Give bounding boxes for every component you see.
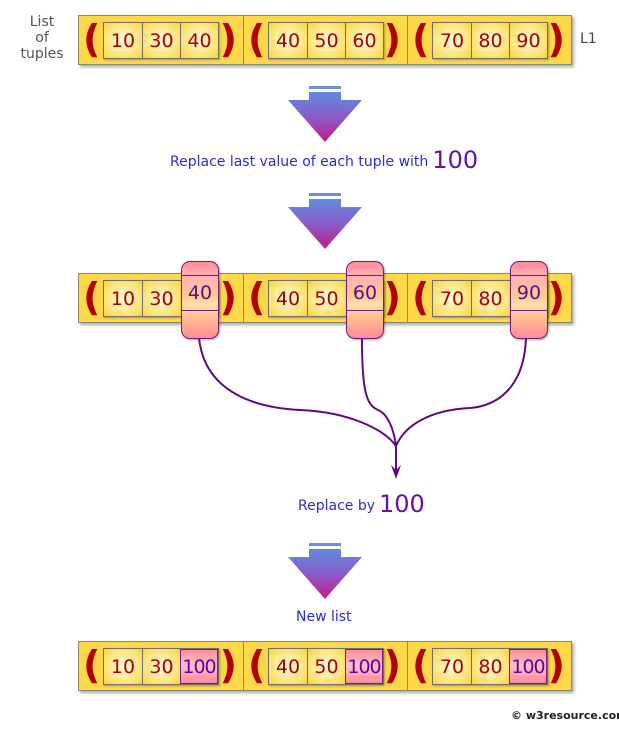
step3-caption: New list [296, 609, 352, 625]
copyright-icon: © [511, 709, 522, 722]
down-arrow-icon [288, 543, 362, 599]
step2-text: Replace by [298, 498, 375, 514]
watermark-text: w3resource.com [525, 709, 619, 722]
new-list: ( 10 30 100 ) ( 40 50 100 ) ( 70 80 100 … [78, 641, 572, 691]
replaced-value: 100 [180, 649, 218, 684]
tuple-value: 30 [142, 649, 180, 684]
close-paren: ) [547, 643, 565, 687]
watermark: © w3resource.com [511, 709, 619, 722]
tuple-cells: 70 80 100 [432, 648, 548, 685]
replaced-value: 100 [509, 649, 547, 684]
tuple-value: 40 [269, 649, 307, 684]
tuple-cells: 10 30 100 [103, 648, 219, 685]
tuple: ( 10 30 100 ) [79, 642, 243, 690]
close-paren: ) [383, 643, 401, 687]
close-paren: ) [219, 643, 237, 687]
replaced-value: 100 [345, 649, 383, 684]
tuple-value: 70 [433, 649, 471, 684]
step2-caption: Replace by 100 [298, 490, 425, 518]
open-paren: ( [248, 643, 266, 687]
tuple: ( 70 80 100 ) [407, 642, 571, 690]
tuple-value: 50 [307, 649, 345, 684]
open-paren: ( [412, 643, 430, 687]
step2-value: 100 [379, 490, 425, 518]
tuple-value: 80 [471, 649, 509, 684]
connector-curve-3 [395, 337, 527, 447]
tuple-cells: 40 50 100 [268, 648, 384, 685]
tuple: ( 40 50 100 ) [243, 642, 407, 690]
tuple-value: 10 [104, 649, 142, 684]
open-paren: ( [83, 643, 101, 687]
